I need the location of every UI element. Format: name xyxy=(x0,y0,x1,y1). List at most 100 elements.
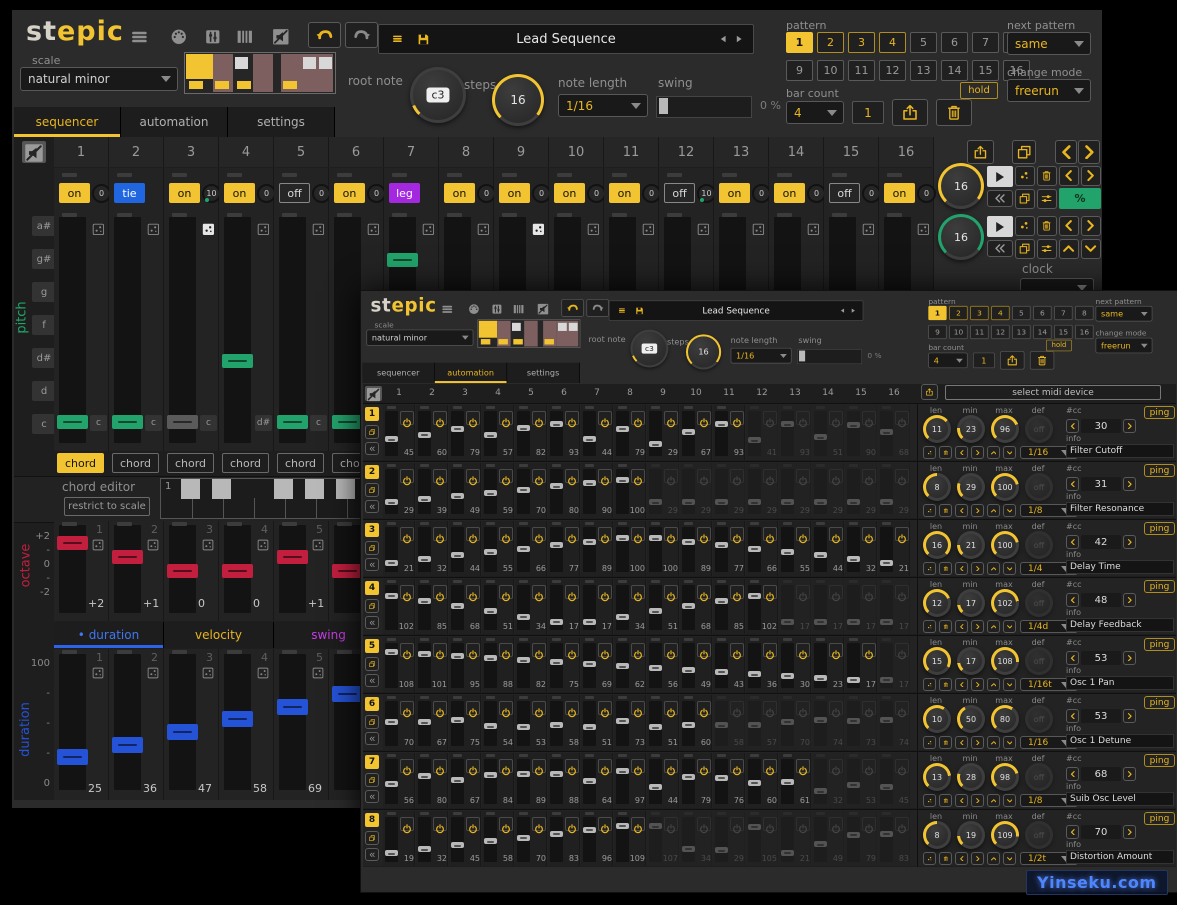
auto-handle[interactable] xyxy=(781,719,794,725)
step-power-button[interactable] xyxy=(433,759,447,773)
copy-row-button[interactable] xyxy=(365,773,379,787)
row-number-button[interactable]: 3 xyxy=(365,523,379,537)
next-button[interactable] xyxy=(971,678,984,691)
auto-handle[interactable] xyxy=(451,777,464,783)
step-power-button[interactable] xyxy=(598,585,612,599)
auto-handle[interactable] xyxy=(385,593,398,599)
gate-button-4[interactable]: on xyxy=(224,183,255,203)
note-length-dropdown[interactable]: 1/16 xyxy=(731,348,792,364)
nudge-right-button-b[interactable] xyxy=(1081,216,1101,236)
root-note-knob[interactable]: c3 xyxy=(630,330,668,368)
auto-handle[interactable] xyxy=(583,436,596,442)
gate-button-1[interactable]: on xyxy=(59,183,90,203)
step-power-button[interactable] xyxy=(532,411,546,425)
auto-handle[interactable] xyxy=(748,824,761,830)
cc-increment-button[interactable] xyxy=(1123,535,1136,549)
step-power-button[interactable] xyxy=(532,643,546,657)
cc-increment-button[interactable] xyxy=(1123,477,1136,491)
octave-handle-5[interactable] xyxy=(277,550,308,564)
down-button[interactable] xyxy=(1003,852,1016,865)
prev-button[interactable] xyxy=(955,562,968,575)
tab-automation[interactable]: automation xyxy=(435,363,507,383)
dice-icon[interactable] xyxy=(198,535,217,554)
step-power-button[interactable] xyxy=(598,527,612,541)
pattern-button-8[interactable]: 8 xyxy=(1075,306,1093,320)
step-power-button[interactable] xyxy=(664,701,678,715)
auto-handle[interactable] xyxy=(451,493,464,499)
min-knob[interactable]: 28 xyxy=(957,763,985,791)
pattern-button-5[interactable]: 5 xyxy=(910,32,937,53)
dice-icon[interactable] xyxy=(803,219,823,239)
auto-handle[interactable] xyxy=(649,823,662,829)
octave-track[interactable] xyxy=(114,525,141,613)
gate-button-9[interactable]: on xyxy=(499,183,530,203)
reset-row-button[interactable] xyxy=(365,732,379,745)
next-button[interactable] xyxy=(971,504,984,517)
step-power-button[interactable] xyxy=(631,527,645,541)
nudge-right-button-a[interactable] xyxy=(1081,166,1101,186)
midi-icon[interactable] xyxy=(465,300,483,318)
auto-handle[interactable] xyxy=(616,663,629,669)
prev-button[interactable] xyxy=(955,736,968,749)
cc-increment-button[interactable] xyxy=(1123,825,1136,839)
black-key[interactable] xyxy=(181,479,200,499)
up-button[interactable] xyxy=(987,620,1000,633)
cc-increment-button[interactable] xyxy=(1123,593,1136,607)
clear-button[interactable] xyxy=(939,736,952,749)
max-knob[interactable]: 102 xyxy=(991,589,1019,617)
pattern-button-12[interactable]: 12 xyxy=(991,325,1009,339)
copy-lane-button-a[interactable] xyxy=(1015,189,1035,209)
auto-handle[interactable] xyxy=(451,552,464,558)
row-number-button[interactable]: 4 xyxy=(365,581,379,595)
swing-slider-handle[interactable] xyxy=(799,351,805,362)
auto-handle[interactable] xyxy=(748,671,761,677)
step-power-button[interactable] xyxy=(796,469,810,483)
max-knob[interactable]: 108 xyxy=(991,647,1019,675)
cc-decrement-button[interactable] xyxy=(1066,767,1079,781)
auto-handle[interactable] xyxy=(517,657,530,663)
duration-handle-1[interactable] xyxy=(57,749,88,765)
pattern-button-15[interactable]: 15 xyxy=(972,60,999,81)
step-power-button[interactable] xyxy=(697,701,711,715)
step-power-button[interactable] xyxy=(598,411,612,425)
pitch-handle-7[interactable] xyxy=(387,253,418,267)
step-power-button[interactable] xyxy=(796,759,810,773)
dice-icon[interactable] xyxy=(748,219,768,239)
step-power-button[interactable] xyxy=(862,701,876,715)
scale-keyboard-display[interactable] xyxy=(184,52,336,94)
dice-icon[interactable] xyxy=(363,219,383,239)
swing-slider[interactable] xyxy=(797,349,862,364)
auto-handle[interactable] xyxy=(814,717,827,723)
pitch-track[interactable] xyxy=(59,217,86,443)
randomize-button[interactable] xyxy=(923,678,936,691)
chord-button-5[interactable]: chord xyxy=(277,453,324,473)
auto-handle[interactable] xyxy=(616,614,629,620)
step-power-button[interactable] xyxy=(466,817,480,831)
step-power-button[interactable] xyxy=(532,527,546,541)
step-power-button[interactable] xyxy=(763,527,777,541)
cc-value[interactable]: 30 xyxy=(1081,419,1121,433)
pitch-handle-1[interactable] xyxy=(57,415,88,429)
duration-track[interactable] xyxy=(334,654,361,790)
octave-track[interactable] xyxy=(279,525,306,613)
down-button[interactable] xyxy=(1003,562,1016,575)
step-power-button[interactable] xyxy=(433,585,447,599)
step-power-button[interactable] xyxy=(895,759,909,773)
up-button[interactable] xyxy=(987,504,1000,517)
step-power-button[interactable] xyxy=(895,817,909,831)
row-number-button[interactable]: 6 xyxy=(365,697,379,711)
dice-icon[interactable] xyxy=(143,663,162,682)
auto-handle[interactable] xyxy=(847,556,860,562)
len-knob[interactable]: 16 xyxy=(923,531,951,559)
step-power-button[interactable] xyxy=(631,643,645,657)
step-power-button[interactable] xyxy=(499,585,513,599)
max-knob[interactable]: 98 xyxy=(991,763,1019,791)
step-power-button[interactable] xyxy=(664,759,678,773)
step-power-button[interactable] xyxy=(895,701,909,715)
step-power-button[interactable] xyxy=(664,817,678,831)
auto-handle[interactable] xyxy=(682,499,695,505)
cc-decrement-button[interactable] xyxy=(1066,477,1079,491)
dice-icon[interactable] xyxy=(308,663,327,682)
hold-button[interactable]: hold xyxy=(960,82,998,99)
step-power-button[interactable] xyxy=(796,527,810,541)
